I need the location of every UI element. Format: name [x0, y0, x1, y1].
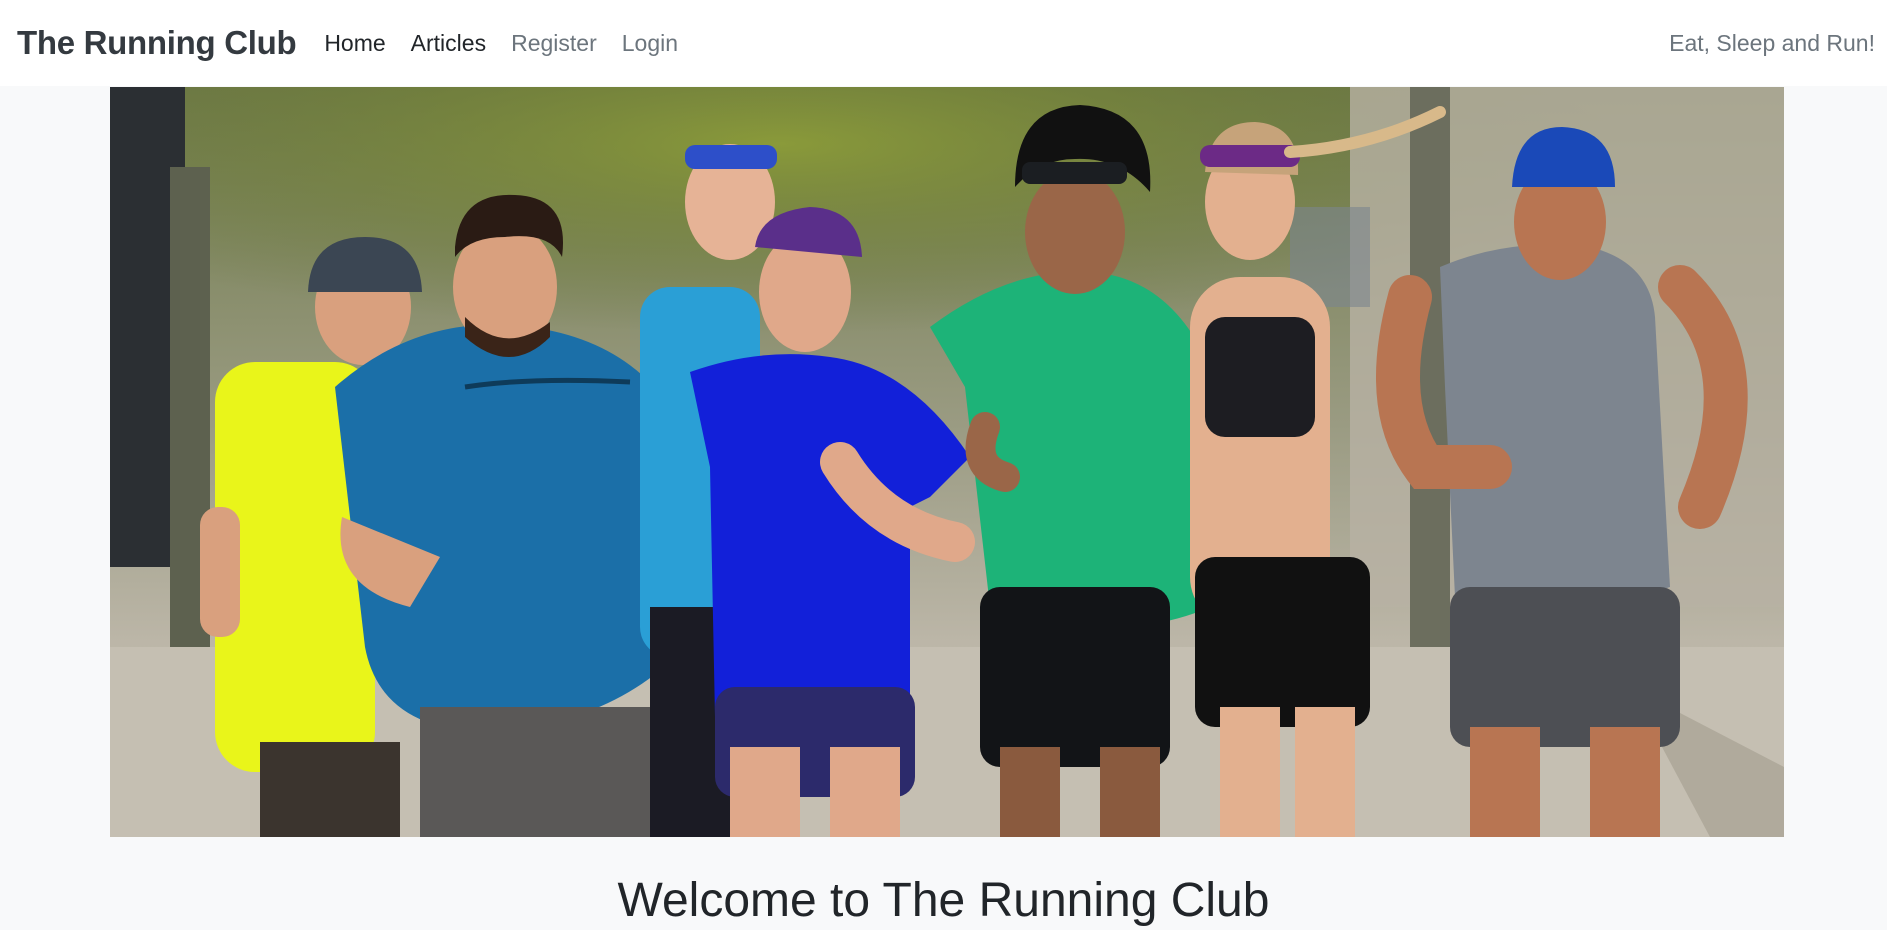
brand-link[interactable]: The Running Club — [17, 24, 297, 62]
navbar-tagline: Eat, Sleep and Run! — [1669, 29, 1875, 56]
welcome-heading: Welcome to The Running Club — [617, 874, 1270, 927]
hero-runners-illustration — [110, 87, 1784, 837]
nav-home-link[interactable]: Home — [324, 26, 385, 61]
hero-image — [110, 87, 1784, 837]
nav-articles-link[interactable]: Articles — [411, 26, 486, 61]
nav-login-link[interactable]: Login — [622, 26, 678, 61]
nav-register-link[interactable]: Register — [511, 26, 597, 61]
top-navbar: The Running Club Home Articles Register … — [0, 0, 1887, 86]
